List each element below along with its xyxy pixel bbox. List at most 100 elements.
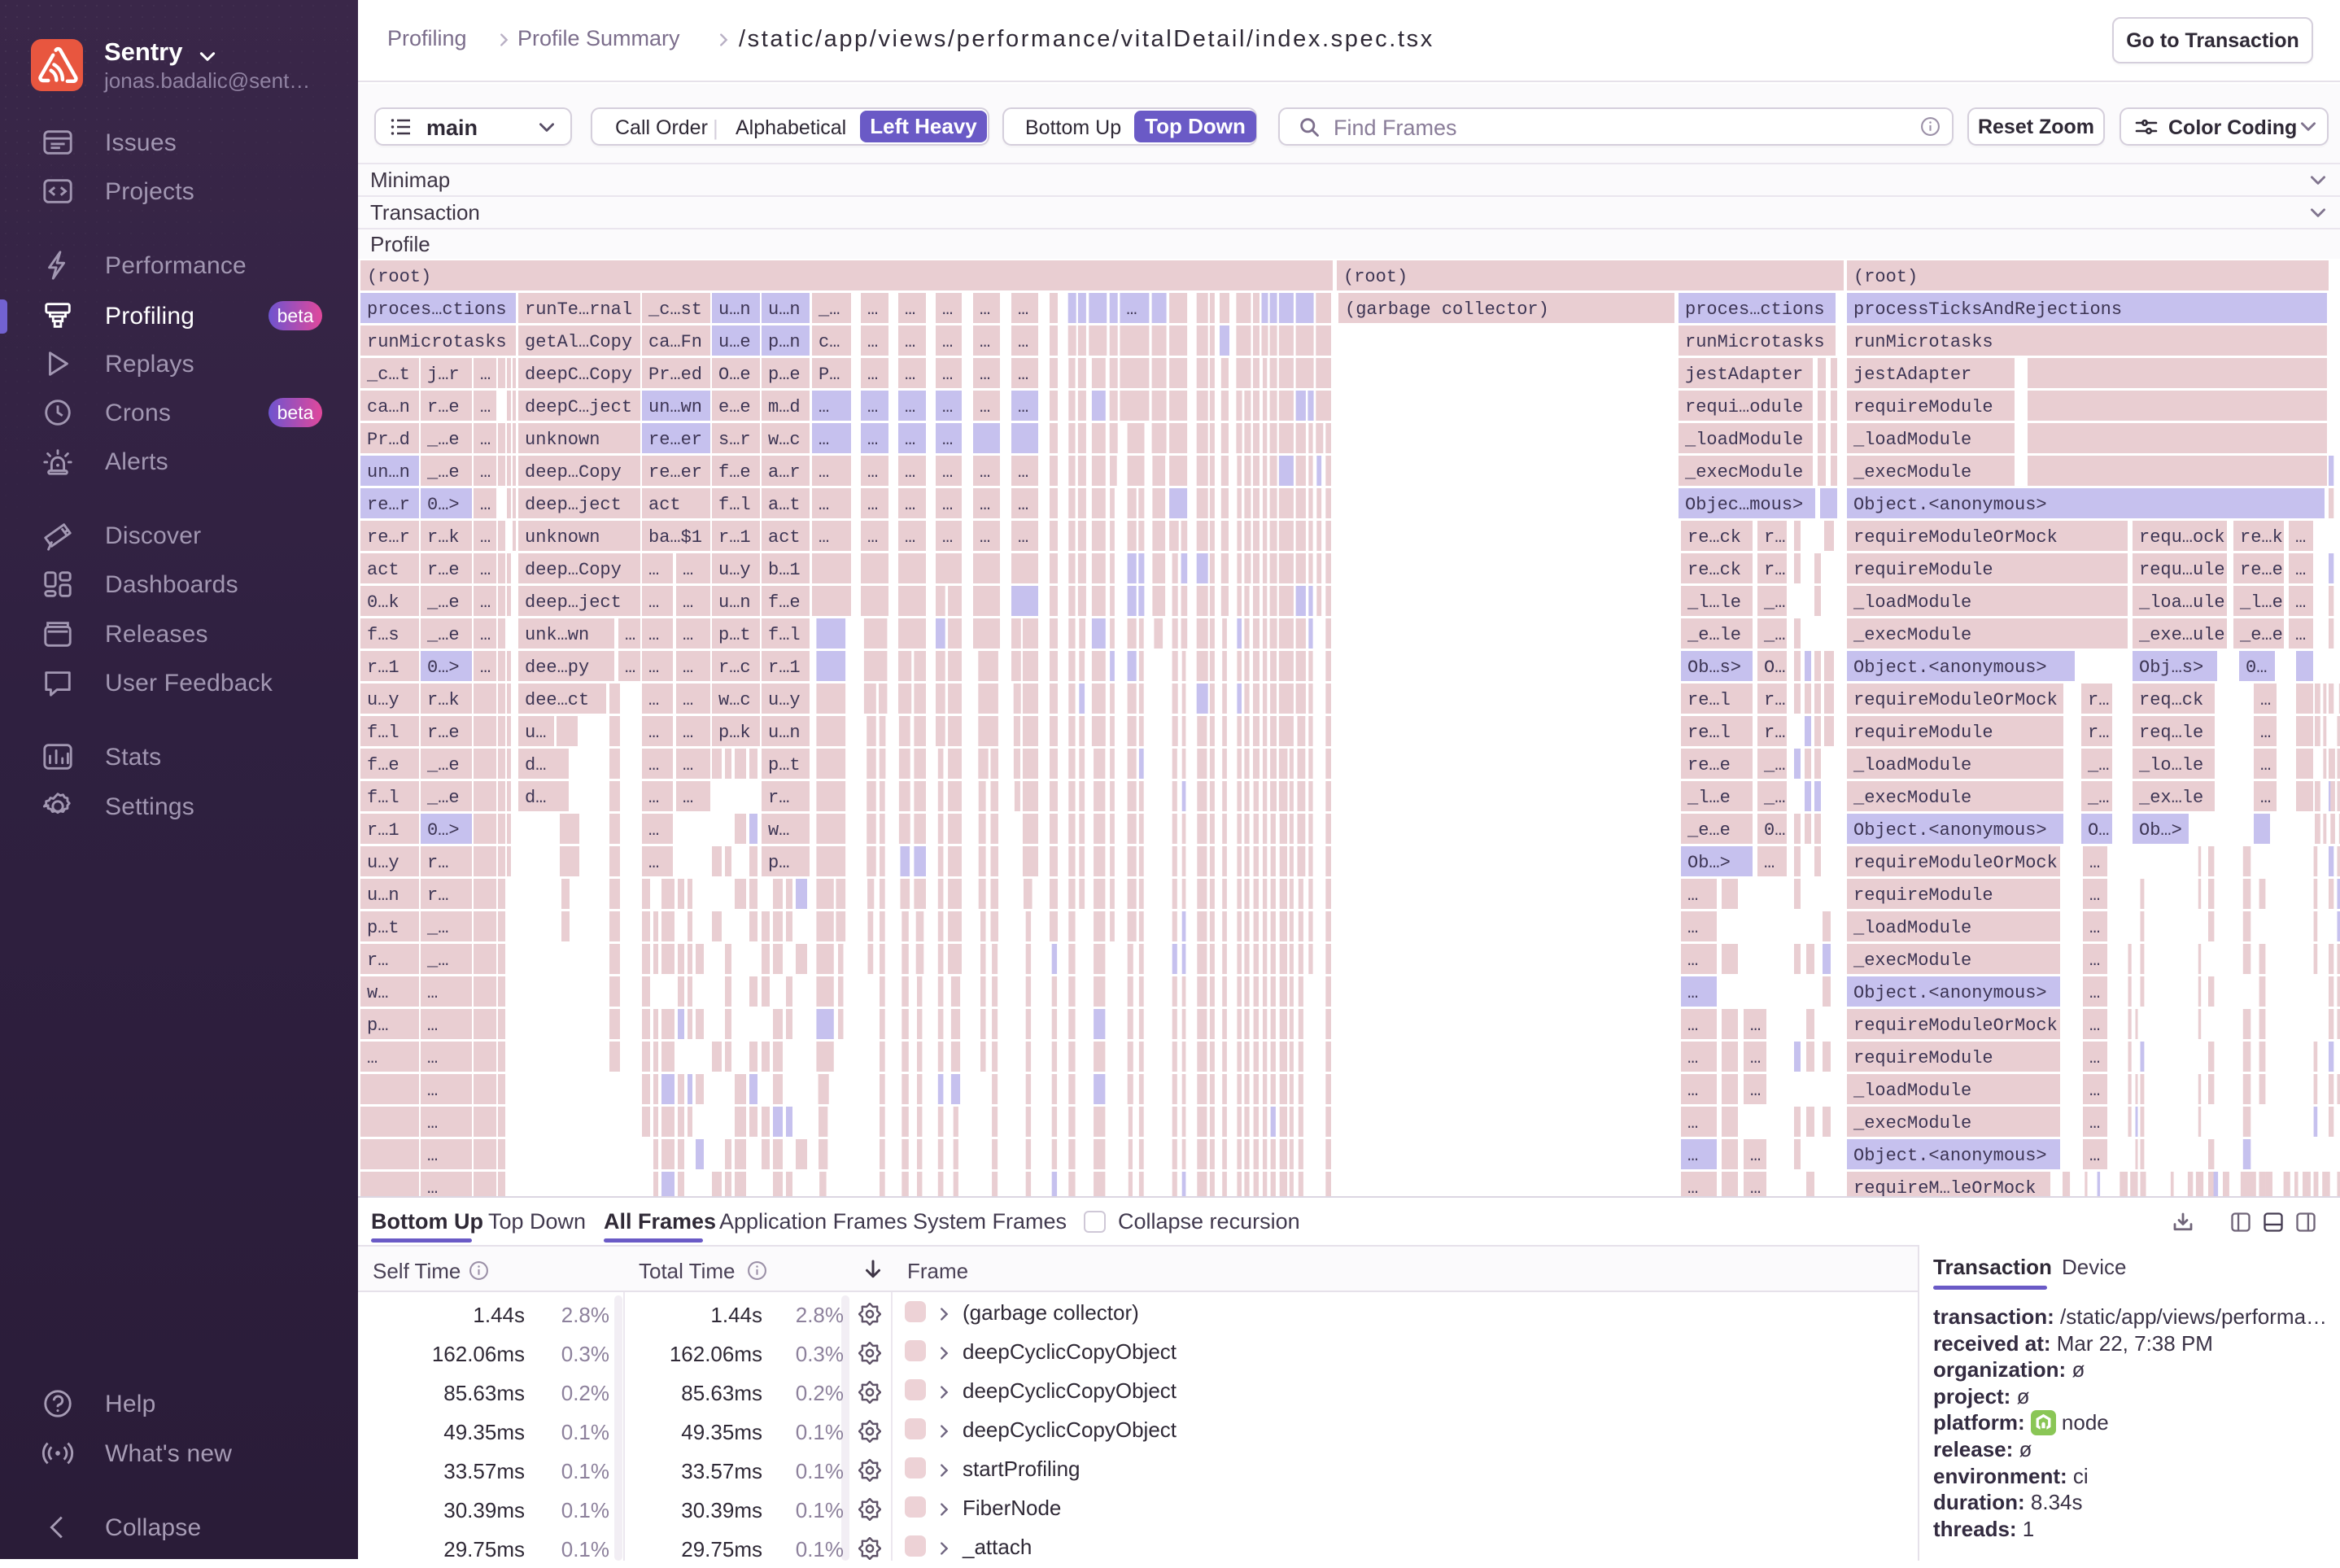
svg-text:u…n: u…n xyxy=(718,299,751,320)
svg-text:…: … xyxy=(427,1048,438,1068)
svg-text:runTe…rnal: runTe…rnal xyxy=(525,299,632,320)
svg-text:r…e: r…e xyxy=(427,723,460,743)
svg-text:…: … xyxy=(1018,365,1028,385)
svg-text:…: … xyxy=(648,592,659,613)
svg-text:u…n: u…n xyxy=(367,885,399,906)
svg-text:…: … xyxy=(1687,1146,1698,1166)
svg-text:…: … xyxy=(683,560,693,580)
svg-text:Pr…d: Pr…d xyxy=(367,430,410,450)
svg-text:…: … xyxy=(980,299,990,320)
svg-text:…: … xyxy=(1750,1146,1761,1166)
svg-text:u…n: u…n xyxy=(768,299,801,320)
svg-text:dee…py: dee…py xyxy=(525,657,589,678)
svg-text:_e…le: _e…le xyxy=(1687,625,1741,645)
svg-text:m…d: m…d xyxy=(768,397,801,417)
svg-text:_exe…ule: _exe…ule xyxy=(2138,625,2225,645)
svg-text:…: … xyxy=(2260,723,2271,743)
svg-text:…: … xyxy=(427,1081,438,1101)
svg-text:…: … xyxy=(427,1113,438,1133)
svg-text:unknown: unknown xyxy=(525,430,600,450)
svg-text:r…: r… xyxy=(1764,723,1785,743)
svg-text:p…: p… xyxy=(367,1015,388,1036)
svg-text:r…1: r…1 xyxy=(768,657,801,678)
svg-text:_…: _… xyxy=(2087,755,2109,775)
svg-text:…: … xyxy=(867,430,878,450)
svg-text:…: … xyxy=(2089,918,2100,938)
svg-text:…: … xyxy=(648,788,659,808)
svg-text:0…: 0… xyxy=(1764,820,1785,841)
svg-text:…: … xyxy=(905,397,915,417)
svg-text:r…k: r…k xyxy=(427,690,460,710)
svg-text:…: … xyxy=(1750,1081,1761,1101)
svg-text:…: … xyxy=(942,397,953,417)
svg-text:…: … xyxy=(2295,592,2306,613)
svg-text:Objec…mous>: Objec…mous> xyxy=(1685,495,1803,515)
svg-text:…: … xyxy=(1018,462,1028,483)
svg-text:deep…ject: deep…ject xyxy=(525,592,622,613)
svg-text:b…1: b…1 xyxy=(768,560,801,580)
svg-text:f…l: f…l xyxy=(367,788,399,808)
svg-text:w…: w… xyxy=(367,983,388,1003)
svg-text:_…e: _…e xyxy=(426,755,460,775)
svg-text:…: … xyxy=(480,527,491,548)
svg-text:u…y: u…y xyxy=(768,690,801,710)
svg-text:_…: _… xyxy=(2087,788,2109,808)
svg-text:O…: O… xyxy=(2088,820,2109,841)
svg-text:…: … xyxy=(867,462,878,483)
svg-text:…: … xyxy=(427,983,438,1003)
svg-text:…: … xyxy=(867,397,878,417)
svg-text:p…t: p…t xyxy=(367,918,399,938)
svg-text:re…er: re…er xyxy=(648,430,702,450)
svg-text:e…e: e…e xyxy=(718,397,751,417)
svg-text:_…e: _…e xyxy=(426,462,460,483)
svg-text:deep…Copy: deep…Copy xyxy=(525,560,622,580)
svg-text:…: … xyxy=(683,657,693,678)
svg-text:…: … xyxy=(942,527,953,548)
svg-text:…: … xyxy=(648,755,659,775)
svg-text:_…: _… xyxy=(426,918,448,938)
svg-text:u…: u… xyxy=(525,723,546,743)
svg-text:…: … xyxy=(819,462,829,483)
svg-text:_…: _… xyxy=(818,299,840,320)
svg-text:f…l: f…l xyxy=(718,495,751,515)
svg-text:f…e: f…e xyxy=(367,755,399,775)
svg-text:u…y: u…y xyxy=(718,560,751,580)
svg-text:requireModule: requireModule xyxy=(1853,723,1993,743)
svg-text:req…le: req…le xyxy=(2139,723,2203,743)
svg-text:getAl…Copy: getAl…Copy xyxy=(525,332,632,352)
svg-text:…: … xyxy=(427,1178,438,1196)
svg-text:…: … xyxy=(427,1146,438,1166)
svg-text:requireM…leOrMock: requireM…leOrMock xyxy=(1853,1178,2036,1196)
svg-text:…: … xyxy=(648,690,659,710)
svg-text:j…r: j…r xyxy=(427,365,460,385)
svg-text:act: act xyxy=(768,527,801,548)
svg-text:deepC…ject: deepC…ject xyxy=(525,397,632,417)
svg-text:Ob…>: Ob…> xyxy=(2139,820,2182,841)
svg-text:r…1: r…1 xyxy=(718,527,751,548)
svg-text:r…: r… xyxy=(427,853,448,873)
svg-text:…: … xyxy=(480,462,491,483)
svg-text:act: act xyxy=(648,495,681,515)
svg-text:…: … xyxy=(2089,1081,2100,1101)
svg-text:…: … xyxy=(683,690,693,710)
svg-text:…: … xyxy=(1687,885,1698,906)
svg-text:…: … xyxy=(1687,918,1698,938)
svg-text:jestAdapter: jestAdapter xyxy=(1685,365,1803,385)
svg-text:…: … xyxy=(1018,332,1028,352)
svg-text:Object.<anonymous>: Object.<anonymous> xyxy=(1853,1146,2047,1166)
svg-text:r…c: r…c xyxy=(718,657,751,678)
svg-text:runMicrotasks: runMicrotasks xyxy=(1853,332,1993,352)
svg-text:…: … xyxy=(2089,1146,2100,1166)
svg-text:r…1: r…1 xyxy=(367,820,399,841)
svg-text:r…e: r…e xyxy=(427,560,460,580)
svg-text:_loadModule: _loadModule xyxy=(1853,1081,1971,1101)
svg-text:deep…ject: deep…ject xyxy=(525,495,622,515)
svg-text:…: … xyxy=(905,495,915,515)
svg-text:f…l: f…l xyxy=(768,625,801,645)
svg-text:…: … xyxy=(1687,950,1698,971)
svg-text:_execModule: _execModule xyxy=(1853,462,1971,483)
svg-text:a…r: a…r xyxy=(768,462,801,483)
svg-text:…: … xyxy=(867,332,878,352)
svg-text:_…: _… xyxy=(1763,755,1785,775)
svg-text:_loadModule: _loadModule xyxy=(1684,430,1803,450)
